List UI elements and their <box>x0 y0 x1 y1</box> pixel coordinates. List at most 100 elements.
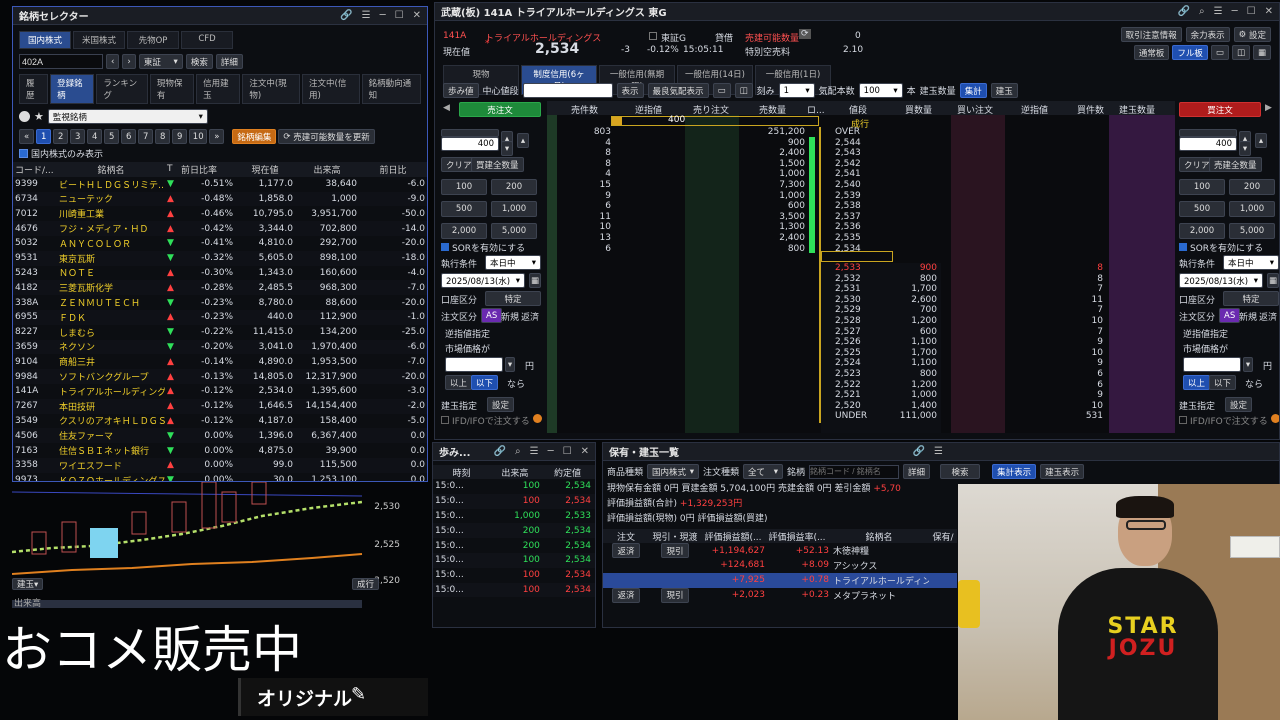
tab-cfd[interactable]: CFD <box>181 31 233 49</box>
position-button[interactable]: 建玉 <box>990 83 1018 98</box>
col-volume[interactable]: 出来高 <box>295 162 359 177</box>
close-button[interactable]: 返済 <box>1259 310 1277 323</box>
tab-cash-holdings[interactable]: 現物保有 <box>149 74 195 104</box>
selector-titlebar[interactable]: 銘柄セレクター 🔗 ☰ ─ ☐ ✕ <box>13 7 427 25</box>
bid-row[interactable]: 2,523 800 6 <box>547 369 1175 380</box>
position-select[interactable]: 建玉▾ <box>12 578 44 590</box>
tab-orders-margin[interactable]: 注文中(信用) <box>302 74 360 104</box>
tab-margin-positions[interactable]: 信用建玉 <box>196 74 241 104</box>
calendar-icon[interactable]: ▦ <box>529 273 541 288</box>
order-type-select[interactable]: 全て ▾ <box>743 464 784 479</box>
quote-count-select[interactable]: 100 ▾ <box>858 83 903 98</box>
ask-row[interactable]: 13 2,400 2,535 <box>547 233 1175 244</box>
bid-row[interactable]: 2,529 700 7 <box>547 305 1175 316</box>
layout-icon[interactable]: ▭ <box>712 83 731 98</box>
calendar-icon[interactable]: ▦ <box>1267 273 1279 288</box>
link-icon[interactable]: 🔗 <box>340 10 352 21</box>
qty-button-500[interactable]: 500 <box>1179 201 1225 217</box>
last-page-icon[interactable]: » <box>209 129 225 144</box>
spinner-up-icon[interactable] <box>441 129 499 137</box>
bid-row[interactable]: UNDER 111,000 531 <box>547 411 1175 422</box>
below-button[interactable]: 以下 <box>471 375 499 390</box>
prev-arrow-icon[interactable]: ‹ <box>106 54 120 69</box>
below-button[interactable]: 以下 <box>1209 375 1237 390</box>
col-code[interactable]: コード/... <box>13 162 57 177</box>
table-row[interactable]: 7012 川崎重工業 ▲ -0.46% 10,795.0 3,951,700 -50.0 <box>13 206 427 221</box>
ifd-checkbox[interactable] <box>1179 416 1187 424</box>
table-row[interactable]: 9531 東京瓦斯 ▼ -0.32% 5,605.0 898,100 -18.0 <box>13 250 427 266</box>
ask-row[interactable]: 6 600 2,538 <box>547 201 1175 212</box>
qty-button-200[interactable]: 200 <box>1229 179 1275 195</box>
holding-row[interactable]: 返済 現引 +1,194,627 +52.13 木徳神糧 <box>603 543 957 558</box>
best-quote-button[interactable]: 最良気配表示 <box>647 83 709 98</box>
tab-us[interactable]: 米国株式 <box>73 31 125 49</box>
ask-row[interactable]: 6 800 2,534 <box>547 244 1175 255</box>
holding-row[interactable]: 返済 現引 +2,023 +0.23 メタプラネット <box>603 587 957 603</box>
page-1[interactable]: 1 <box>36 129 52 144</box>
page-4[interactable]: 4 <box>87 129 103 144</box>
menu-icon[interactable]: ☰ <box>362 10 371 21</box>
condition-select[interactable]: 本日中 ▾ <box>485 255 541 270</box>
next-arrow-icon[interactable]: › <box>122 54 136 69</box>
close-icon[interactable]: ✕ <box>581 446 589 457</box>
holding-row[interactable]: +7,925 +0.78 トライアルホールディン... <box>603 572 957 588</box>
table-row[interactable]: 7267 本田技研 ▲ -0.12% 1,646.5 14,154,400 -2.0 <box>13 398 427 414</box>
table-row[interactable]: 3358 ワイエスフード ▲ 0.00% 99.0 115,500 0.0 <box>13 457 427 473</box>
account-select[interactable]: 特定 <box>485 291 541 306</box>
table-row[interactable]: 9973 ＫＯＺＯホールディングス ▼ 0.00% 30.0 1,253,100 0.0 <box>13 473 427 481</box>
ask-row[interactable]: 4 900 2,544 <box>547 138 1175 149</box>
exchange-select[interactable]: 東証 ▾ <box>138 54 183 69</box>
table-row[interactable]: 9399 ビートＨＬＤＧＳリミテ… ▼ -0.51% 1,177.0 38,640 -6.0 <box>13 177 427 192</box>
above-button[interactable]: 以上 <box>1183 375 1211 390</box>
table-row[interactable]: 3659 ネクソン ▼ -0.20% 3,041.0 1,970,400 -6.0 <box>13 339 427 355</box>
table-row[interactable]: 141A トライアルホールディングス ▲ -0.12% 2,534.0 1,395,600… <box>13 384 427 399</box>
spinner-icon[interactable]: ▾ <box>501 141 513 156</box>
as-button[interactable]: AS <box>1219 308 1241 323</box>
search-icon[interactable]: ⌕ <box>1199 6 1205 17</box>
spinner-icon[interactable]: ▴ <box>517 133 529 148</box>
search-button[interactable]: 検索 <box>185 54 213 69</box>
qty-button-1000[interactable]: 1,000 <box>491 201 537 217</box>
spinner-up-icon[interactable] <box>1179 129 1237 137</box>
table-row[interactable]: 5032 ＡＮＹＣＯＬＯＲ ▼ -0.41% 4,810.0 292,700 -20.0 <box>13 236 427 251</box>
domestic-only-checkbox[interactable] <box>19 149 28 158</box>
normal-board-button[interactable]: 通常板 <box>1133 45 1170 60</box>
condition-select[interactable]: 本日中 ▾ <box>1223 255 1279 270</box>
left-arrow-icon[interactable]: ◀ <box>443 103 450 113</box>
tab-orders-cash[interactable]: 注文中(現物) <box>242 74 300 104</box>
market-checkbox[interactable] <box>649 32 657 40</box>
caution-info-button[interactable]: 取引注意情報 <box>1120 27 1182 42</box>
stop-price-input[interactable] <box>1183 357 1241 372</box>
board-titlebar[interactable]: 武蔵(板) 141A トライアルホールディングス 東G 🔗 ⌕ ☰ ─ ☐ ✕ <box>435 3 1279 21</box>
refresh-icon[interactable]: ⟳ <box>799 29 811 39</box>
search-icon[interactable]: ⌕ <box>515 446 521 457</box>
sor-checkbox[interactable] <box>441 243 449 251</box>
aggregate-view-button[interactable]: 集計表示 <box>992 464 1037 479</box>
link-icon[interactable]: 🔗 <box>494 446 506 457</box>
tab-domestic[interactable]: 国内株式 <box>19 31 71 49</box>
settings-button[interactable]: ⚙ 設定 <box>1233 27 1271 42</box>
qty-button-100[interactable]: 100 <box>1179 179 1225 195</box>
bid-row[interactable]: 2,533 900 8 <box>547 263 1175 274</box>
setting-button[interactable]: 設定 <box>487 397 515 412</box>
cursor-row[interactable]: 400 <box>611 115 819 126</box>
qty-button-5000[interactable]: 5,000 <box>491 223 537 239</box>
tab-history[interactable]: 履歴 <box>19 74 49 104</box>
stop-price-input[interactable] <box>445 357 503 372</box>
minimize-icon[interactable]: ─ <box>380 10 386 21</box>
qty-input[interactable]: 400 <box>441 137 499 151</box>
page-8[interactable]: 8 <box>155 129 171 144</box>
table-row[interactable]: 6734 ニューテック ▲ -0.48% 1,858.0 1,000 -9.0 <box>13 191 427 207</box>
menu-icon[interactable]: ☰ <box>934 446 943 457</box>
step-select[interactable]: 1 ▾ <box>778 83 815 98</box>
ask-row[interactable]: 803 251,200 OVER <box>547 127 1175 138</box>
holdings-search-button[interactable]: 検索 <box>940 464 981 479</box>
bid-row[interactable]: 2,530 2,600 11 <box>547 295 1175 306</box>
page-3[interactable]: 3 <box>70 129 86 144</box>
delivery-button[interactable]: 現引 <box>661 587 689 603</box>
page-10[interactable]: 10 <box>189 129 208 144</box>
setting-button[interactable]: 設定 <box>1225 397 1253 412</box>
menu-icon[interactable]: ☰ <box>1214 6 1223 17</box>
layout-split-icon[interactable]: ◫ <box>734 83 753 98</box>
close-icon[interactable]: ✕ <box>1265 6 1273 17</box>
